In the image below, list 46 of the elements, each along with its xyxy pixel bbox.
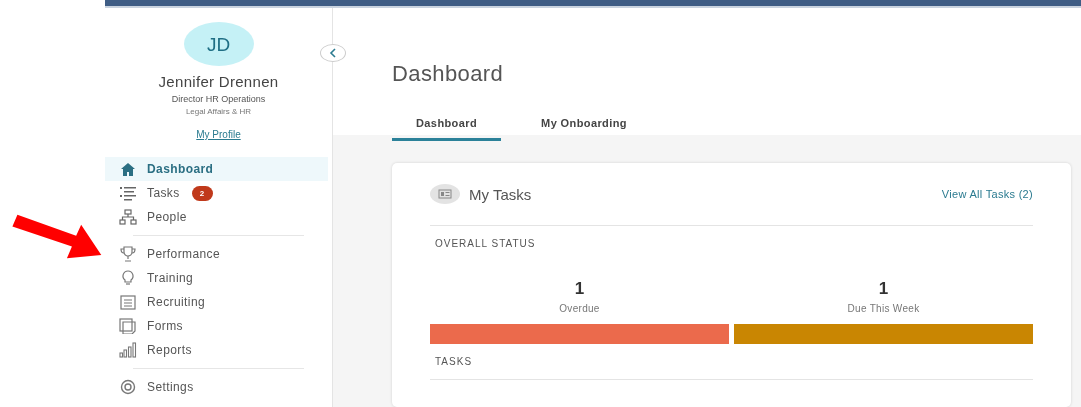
profile-link[interactable]: My Profile [196, 129, 241, 140]
nav-item[interactable]: People [105, 205, 328, 229]
section-heading: OVERALL STATUS [434, 237, 537, 249]
nav-label: Performance [147, 247, 221, 261]
card-title: My Tasks [469, 185, 533, 203]
newspaper-icon [430, 184, 460, 204]
section-heading: TASKS [430, 344, 1033, 380]
house-icon [119, 161, 137, 177]
user-name: Jennifer Drennen [158, 73, 279, 90]
nav-label: People [147, 210, 187, 224]
nav-item[interactable]: Performance [105, 242, 328, 266]
nav-label: Reports [147, 343, 192, 357]
nav-item[interactable]: Tasks 2 [105, 181, 328, 205]
org-chart-icon [119, 209, 137, 225]
count-badge: 2 [191, 185, 213, 201]
nav-label: Settings [147, 380, 194, 394]
nav-label: Training [147, 271, 194, 285]
nav-item[interactable]: Settings [105, 375, 328, 399]
tab[interactable]: Dashboard [392, 117, 502, 141]
nav-item[interactable]: Reports [105, 338, 328, 362]
bar-chart-icon [119, 342, 137, 358]
clipboard-icon [119, 294, 137, 310]
collapse-button[interactable] [320, 44, 346, 62]
chevron-left-icon [328, 48, 338, 58]
status-label: Overdue [559, 303, 600, 314]
nav-item[interactable]: Forms [105, 314, 328, 338]
lightbulb-icon [119, 270, 137, 286]
user-department: Legal Affairs & HR [185, 107, 252, 116]
avatar: JD [183, 22, 254, 66]
status-count: 1 [574, 279, 585, 299]
nav-item[interactable]: Recruiting [105, 290, 328, 314]
page-title: Dashboard [392, 61, 505, 87]
tab[interactable]: My Onboarding [517, 117, 651, 141]
forms-icon [119, 318, 137, 334]
trophy-icon [119, 246, 137, 262]
nav-item[interactable]: Training [105, 266, 328, 290]
nav-label: Forms [147, 319, 183, 333]
status-label: Due This Week [847, 303, 920, 314]
nav-label: Tasks [147, 186, 180, 200]
nav-label: Dashboard [147, 162, 214, 176]
nav-item[interactable]: Dashboard [105, 157, 328, 181]
view-all-link[interactable]: View All Tasks (2) [941, 188, 1033, 200]
list-icon [119, 185, 137, 201]
status-count: 1 [878, 279, 889, 299]
nav-label: Recruiting [147, 295, 206, 309]
user-title: Director HR Operations [171, 94, 266, 104]
